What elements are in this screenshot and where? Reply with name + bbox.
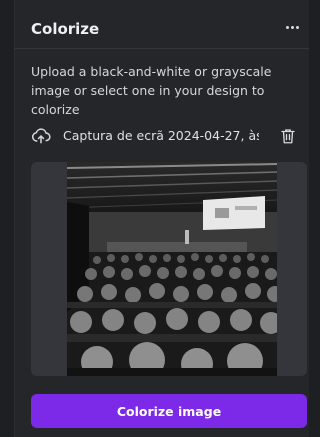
more-dot <box>285 25 289 29</box>
panel-header: Colorize <box>15 10 309 49</box>
more-options-icon[interactable] <box>281 16 303 38</box>
lecture-hall-photo <box>67 162 277 376</box>
more-dot <box>290 25 294 29</box>
image-preview[interactable] <box>31 162 307 376</box>
colorize-image-button[interactable]: Colorize image <box>31 394 307 428</box>
panel-description: Upload a black-and-white or grayscale im… <box>31 64 272 117</box>
trash-icon[interactable] <box>279 126 297 146</box>
more-dot <box>295 25 299 29</box>
colorize-panel: Colorize Upload a black-and-white or gra… <box>14 0 309 437</box>
cloud-upload-icon[interactable] <box>31 126 51 146</box>
panel-title: Colorize <box>31 20 100 38</box>
file-name: Captura de ecrã 2024-04-27, às 1... <box>63 128 259 143</box>
uploaded-file-row: Captura de ecrã 2024-04-27, às 1... <box>31 120 307 152</box>
